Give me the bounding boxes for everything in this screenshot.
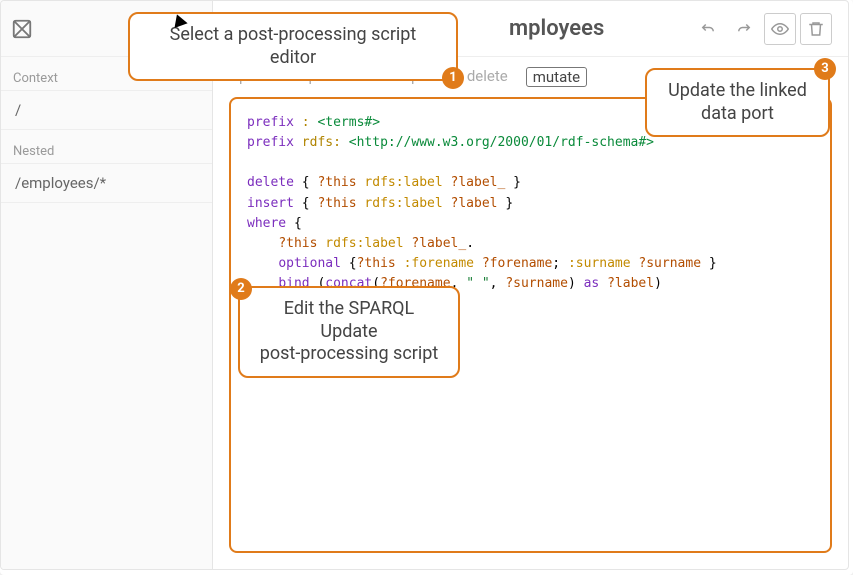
- nested-path[interactable]: /employees/*: [1, 164, 212, 203]
- main-panel: mployees port shape create update delete muta…: [213, 1, 848, 569]
- script-tabs: port shape create update delete mutate: [213, 57, 848, 93]
- tab-shape[interactable]: shape: [284, 67, 325, 87]
- nested-section-label: Nested: [1, 130, 212, 164]
- context-section-label: Context: [1, 57, 212, 91]
- undo-button[interactable]: [692, 13, 724, 45]
- context-path[interactable]: /: [1, 91, 212, 130]
- sidebar: Context / Nested /employees/*: [1, 1, 213, 569]
- redo-button[interactable]: [728, 13, 760, 45]
- tab-create[interactable]: create: [343, 67, 385, 87]
- sidebar-toolbar: [1, 1, 212, 57]
- code-content[interactable]: prefix : <terms#> prefix rdfs: <http://w…: [247, 113, 814, 314]
- tab-mutate[interactable]: mutate: [526, 67, 587, 87]
- preview-button[interactable]: [764, 13, 796, 45]
- tab-update[interactable]: update: [403, 67, 449, 87]
- page-title: mployees: [509, 16, 604, 41]
- tab-delete[interactable]: delete: [467, 67, 508, 87]
- tab-port[interactable]: port: [239, 67, 266, 87]
- app-logo-icon: [11, 18, 33, 40]
- delete-button[interactable]: [800, 13, 832, 45]
- header: mployees: [213, 1, 848, 57]
- code-editor[interactable]: prefix : <terms#> prefix rdfs: <http://w…: [229, 97, 832, 553]
